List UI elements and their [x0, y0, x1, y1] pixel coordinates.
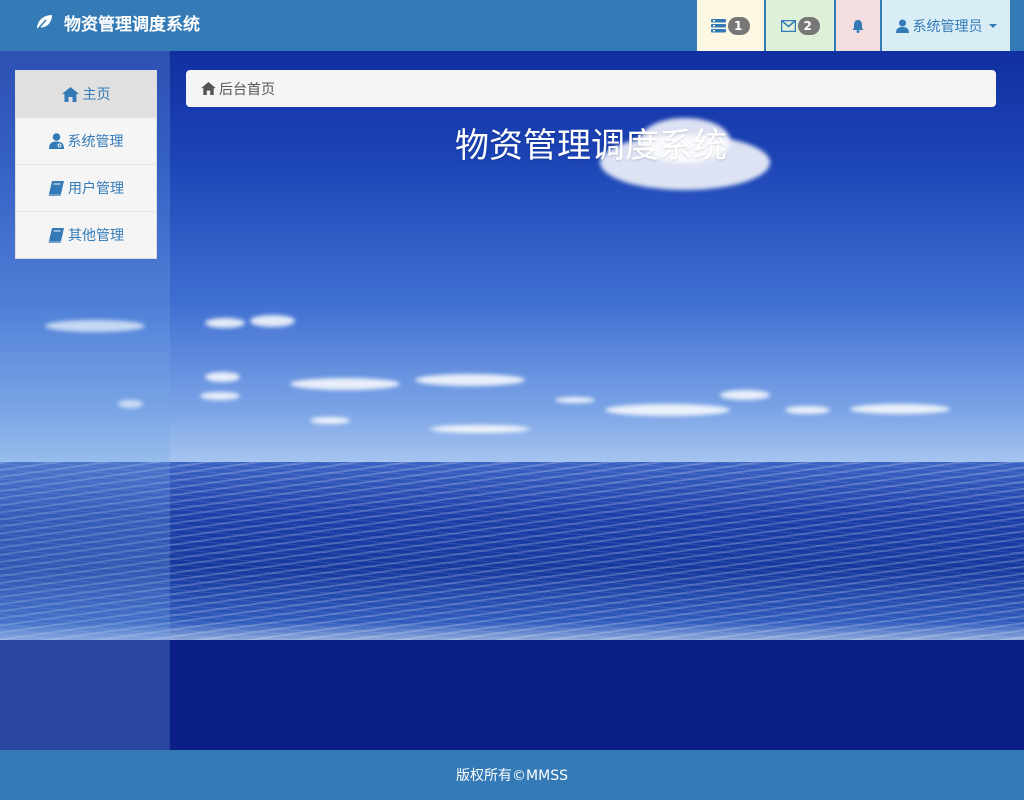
copyright-text: 版权所有©MMSS — [456, 768, 568, 784]
sidebar-item-users[interactable]: 用户管理 — [16, 165, 156, 212]
user-name: 系统管理员 — [912, 18, 983, 35]
cloud — [555, 397, 595, 403]
user-admin-icon — [48, 133, 64, 149]
notifications-button[interactable] — [836, 0, 880, 51]
cloud — [430, 425, 530, 433]
top-navbar: 物资管理调度系统 1 2 系统管理员 — [0, 0, 1024, 51]
home-icon — [201, 82, 216, 95]
tasks-button[interactable]: 1 — [697, 0, 764, 51]
sidebar-item-label: 主页 — [82, 87, 111, 103]
cloud — [310, 417, 350, 424]
caret-down-icon — [988, 23, 997, 28]
book-icon — [48, 180, 64, 196]
breadcrumb: 后台首页 — [186, 70, 996, 107]
home-icon — [61, 86, 79, 102]
bell-icon — [852, 19, 864, 33]
tasks-icon — [711, 18, 726, 32]
cloud — [205, 318, 245, 328]
sidebar: 主页 系统管理 用户管理 其他管理 — [15, 70, 157, 259]
page-title: 物资管理调度系统 — [455, 126, 727, 166]
sidebar-item-label: 系统管理 — [67, 134, 124, 150]
brand-title: 物资管理调度系统 — [64, 14, 200, 35]
cloud — [785, 406, 830, 414]
sidebar-item-other[interactable]: 其他管理 — [16, 212, 156, 258]
sidebar-item-system[interactable]: 系统管理 — [16, 118, 156, 165]
leaf-icon — [36, 15, 52, 31]
messages-badge: 2 — [797, 16, 820, 35]
breadcrumb-item[interactable]: 后台首页 — [219, 79, 275, 99]
sidebar-item-home[interactable]: 主页 — [16, 71, 156, 118]
sidebar-item-label: 其他管理 — [68, 228, 124, 244]
cloud — [200, 392, 240, 400]
cloud — [250, 315, 295, 327]
user-menu-button[interactable]: 系统管理员 — [882, 0, 1010, 51]
envelope-icon — [780, 19, 796, 32]
cloud — [205, 372, 240, 382]
cloud — [850, 404, 950, 414]
navbar-right: 1 2 系统管理员 — [697, 0, 1010, 51]
brand[interactable]: 物资管理调度系统 — [34, 0, 200, 44]
sidebar-item-label: 用户管理 — [68, 181, 124, 197]
user-icon — [895, 19, 909, 33]
cloud — [290, 378, 400, 390]
footer: 版权所有©MMSS — [0, 750, 1024, 800]
cloud — [605, 404, 730, 416]
cloud — [415, 374, 525, 386]
tasks-badge: 1 — [728, 16, 750, 35]
messages-button[interactable]: 2 — [766, 0, 834, 51]
book-icon — [48, 227, 64, 243]
cloud — [720, 390, 770, 400]
